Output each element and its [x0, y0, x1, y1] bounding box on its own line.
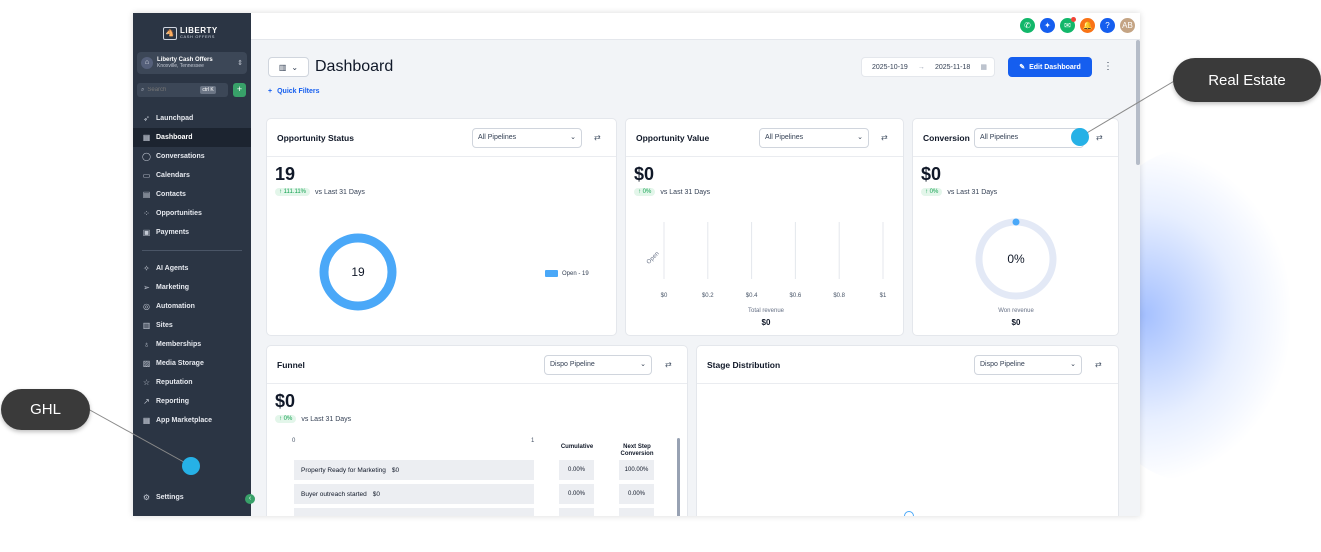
screenshot-stage: 🐴 LIBERTY CASH OFFERS ⌂ Liberty Cash Off…: [0, 0, 1321, 552]
ghl-callout: GHL: [1, 389, 90, 430]
real-estate-marker-dot: [1071, 128, 1089, 146]
ghl-marker-dot: [182, 457, 200, 475]
real-estate-leader-line: [1079, 79, 1177, 138]
ghl-leader-line: [87, 408, 192, 467]
real-estate-callout: Real Estate: [1173, 58, 1321, 102]
